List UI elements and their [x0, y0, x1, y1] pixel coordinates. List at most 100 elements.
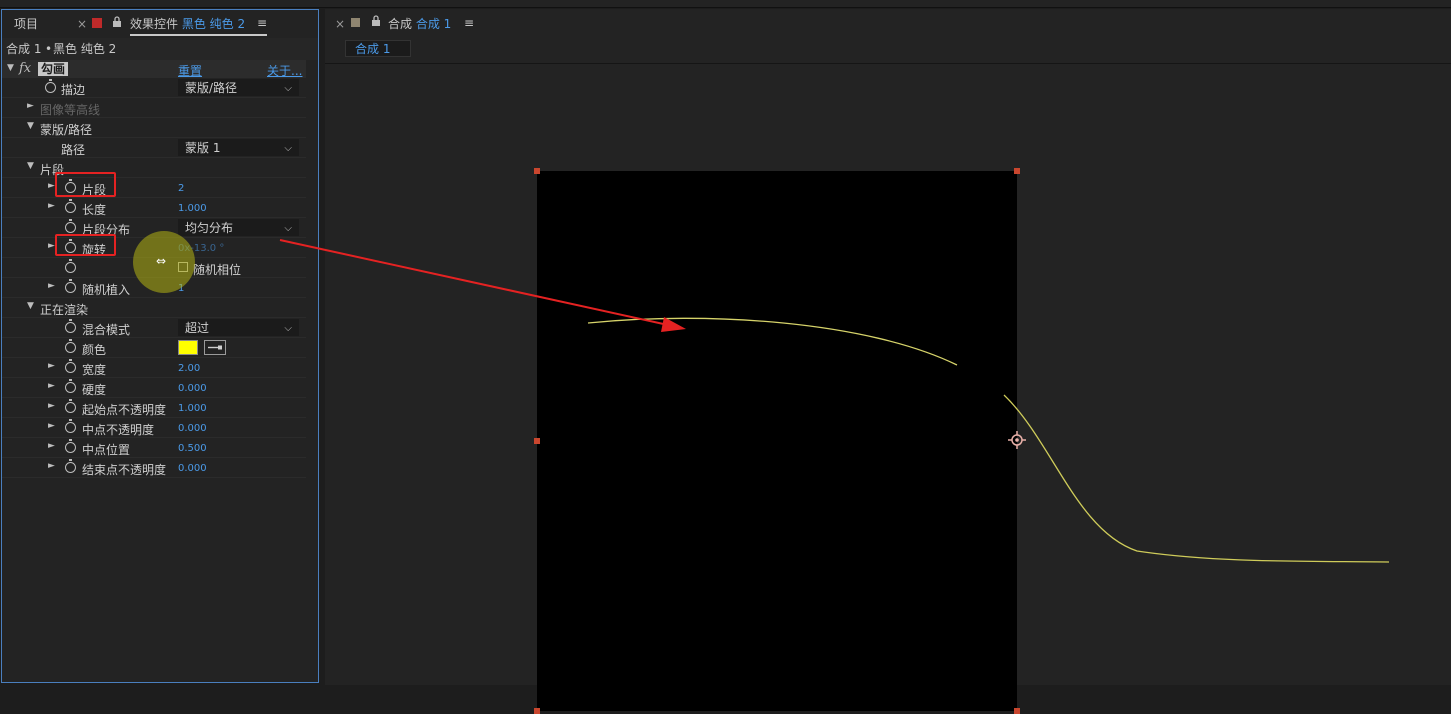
anchor-point-icon[interactable] — [1008, 431, 1026, 452]
composition-canvas[interactable] — [537, 171, 1390, 711]
panel-color-swatch — [351, 18, 360, 27]
chevron-down-icon: ⌵ — [284, 83, 292, 94]
property-row-length: ► 长度 1.000 — [2, 198, 306, 218]
property-value[interactable]: 0.000 — [178, 423, 207, 434]
layer-handle-bottom-left[interactable] — [534, 708, 540, 714]
highlight-box-segments — [55, 172, 116, 197]
twirl-triangle-icon[interactable]: ► — [48, 181, 55, 191]
eyedropper-icon[interactable] — [204, 340, 226, 355]
property-label: 起始点不透明度 — [82, 403, 167, 417]
twirl-triangle-icon[interactable]: ► — [27, 101, 34, 111]
blend-mode-dropdown[interactable]: 超过 ⌵ — [178, 319, 299, 336]
property-row-midpoint-position: ► 中点位置 0.500 — [2, 438, 306, 458]
property-label: 中点不透明度 — [82, 423, 155, 437]
property-group-image-contours: ► 图像等高线 — [2, 98, 306, 118]
stroke-dropdown[interactable]: 蒙版/路径 ⌵ — [178, 79, 299, 96]
twirl-triangle-icon[interactable]: ► — [48, 281, 55, 291]
tab-composition[interactable]: 合成 合成 1 — [388, 17, 451, 31]
breadcrumb: 合成 1 • 黑色 纯色 2 — [2, 38, 318, 60]
twirl-triangle-icon[interactable]: ► — [48, 401, 55, 411]
comp-subtab[interactable]: 合成 1 — [345, 40, 411, 57]
composition-viewer[interactable] — [325, 63, 1451, 714]
tab-effect-controls[interactable]: 效果控件 黑色 纯色 2 — [130, 17, 245, 31]
property-group-rendering: ▼ 正在渲染 — [2, 298, 306, 318]
property-label: 结束点不透明度 — [82, 463, 167, 477]
stopwatch-icon[interactable] — [65, 439, 76, 453]
property-label: 路径 — [61, 143, 86, 157]
property-row-path: 路径 蒙版 1 ⌵ — [2, 138, 306, 158]
layer-handle-top-middle[interactable] — [1014, 168, 1020, 174]
about-link[interactable]: 关于... — [267, 62, 302, 79]
layer-handle-top-left[interactable] — [534, 168, 540, 174]
stopwatch-icon[interactable] — [65, 279, 76, 293]
path-dropdown[interactable]: 蒙版 1 ⌵ — [178, 139, 299, 156]
tab-project[interactable]: 项目 — [14, 17, 38, 31]
stopwatch-icon[interactable] — [65, 259, 76, 273]
stopwatch-icon[interactable] — [65, 339, 76, 353]
property-value[interactable]: 0.500 — [178, 443, 207, 454]
stopwatch-icon[interactable] — [65, 459, 76, 473]
menu-icon[interactable]: ≡ — [257, 16, 267, 30]
resize-cursor-icon: ⇔ — [156, 254, 167, 268]
property-value[interactable]: 0.000 — [178, 383, 207, 394]
effect-header: ▼ fx 勾画 重置 关于... — [2, 60, 306, 78]
property-label: 随机植入 — [82, 283, 131, 297]
chevron-down-icon: ⌵ — [284, 323, 292, 334]
property-row-stroke: 描边 蒙版/路径 ⌵ — [2, 78, 306, 98]
twirl-triangle-icon[interactable]: ► — [48, 381, 55, 391]
twirl-triangle-icon[interactable]: ▼ — [7, 63, 14, 73]
stopwatch-icon[interactable] — [65, 319, 76, 333]
lock-icon[interactable] — [371, 15, 381, 30]
twirl-triangle-icon[interactable]: ► — [48, 421, 55, 431]
twirl-triangle-icon[interactable]: ► — [48, 201, 55, 211]
stopwatch-icon[interactable] — [65, 199, 76, 213]
reset-link[interactable]: 重置 — [178, 62, 202, 79]
dropdown-value: 超过 — [185, 321, 210, 335]
fx-toggle-icon[interactable]: fx — [19, 61, 31, 76]
panel-tabs: 项目 × 效果控件 黑色 纯色 2 ≡ — [2, 10, 318, 38]
composition-panel: × 合成 合成 1 ≡ 合成 1 — [325, 9, 1451, 714]
property-row-end-opacity: ► 结束点不透明度 0.000 — [2, 458, 306, 478]
property-value[interactable]: 1.000 — [178, 203, 207, 214]
close-icon[interactable]: × — [335, 17, 345, 31]
dropdown-value: 蒙版/路径 — [185, 81, 238, 95]
property-row-width: ► 宽度 2.00 — [2, 358, 306, 378]
property-label: 描边 — [61, 83, 86, 97]
twirl-triangle-icon[interactable]: ▼ — [27, 301, 34, 311]
breadcrumb-layer[interactable]: 黑色 纯色 2 — [53, 42, 116, 56]
stroke-path — [587, 317, 1390, 563]
stopwatch-icon[interactable] — [65, 379, 76, 393]
property-value[interactable]: 1.000 — [178, 403, 207, 414]
effect-name[interactable]: 勾画 — [38, 62, 69, 76]
property-label: 蒙版/路径 — [40, 123, 93, 137]
property-row-hardness: ► 硬度 0.000 — [2, 378, 306, 398]
property-value[interactable]: 2.00 — [178, 363, 200, 374]
property-row-color: 颜色 — [2, 338, 306, 358]
breadcrumb-comp[interactable]: 合成 1 — [6, 42, 41, 56]
menu-icon[interactable]: ≡ — [464, 16, 474, 30]
property-value[interactable]: 2 — [178, 183, 184, 194]
lock-icon[interactable] — [112, 16, 122, 31]
stopwatch-icon[interactable] — [45, 79, 56, 93]
stopwatch-icon[interactable] — [65, 419, 76, 433]
layer-handle-middle-left[interactable] — [534, 438, 540, 444]
twirl-triangle-icon[interactable]: ► — [48, 441, 55, 451]
chevron-down-icon: ⌵ — [284, 143, 292, 154]
property-label: 随机相位 — [193, 263, 242, 277]
stopwatch-icon[interactable] — [65, 219, 76, 233]
twirl-triangle-icon[interactable]: ► — [48, 241, 55, 251]
effect-controls-panel: 项目 × 效果控件 黑色 纯色 2 ≡ 合成 1 • 黑色 纯色 2 ▼ fx … — [1, 9, 319, 683]
property-label: 宽度 — [82, 363, 107, 377]
twirl-triangle-icon[interactable]: ▼ — [27, 161, 34, 171]
stopwatch-icon[interactable] — [65, 359, 76, 373]
layer-handle-bottom-middle[interactable] — [1014, 708, 1020, 714]
close-icon[interactable]: × — [77, 17, 87, 31]
property-group-mask-path: ▼ 蒙版/路径 — [2, 118, 306, 138]
distribution-dropdown[interactable]: 均匀分布 ⌵ — [178, 219, 299, 236]
twirl-triangle-icon[interactable]: ► — [48, 461, 55, 471]
stopwatch-icon[interactable] — [65, 399, 76, 413]
twirl-triangle-icon[interactable]: ▼ — [27, 121, 34, 131]
property-value[interactable]: 0.000 — [178, 463, 207, 474]
twirl-triangle-icon[interactable]: ► — [48, 361, 55, 371]
color-swatch[interactable] — [178, 340, 198, 355]
